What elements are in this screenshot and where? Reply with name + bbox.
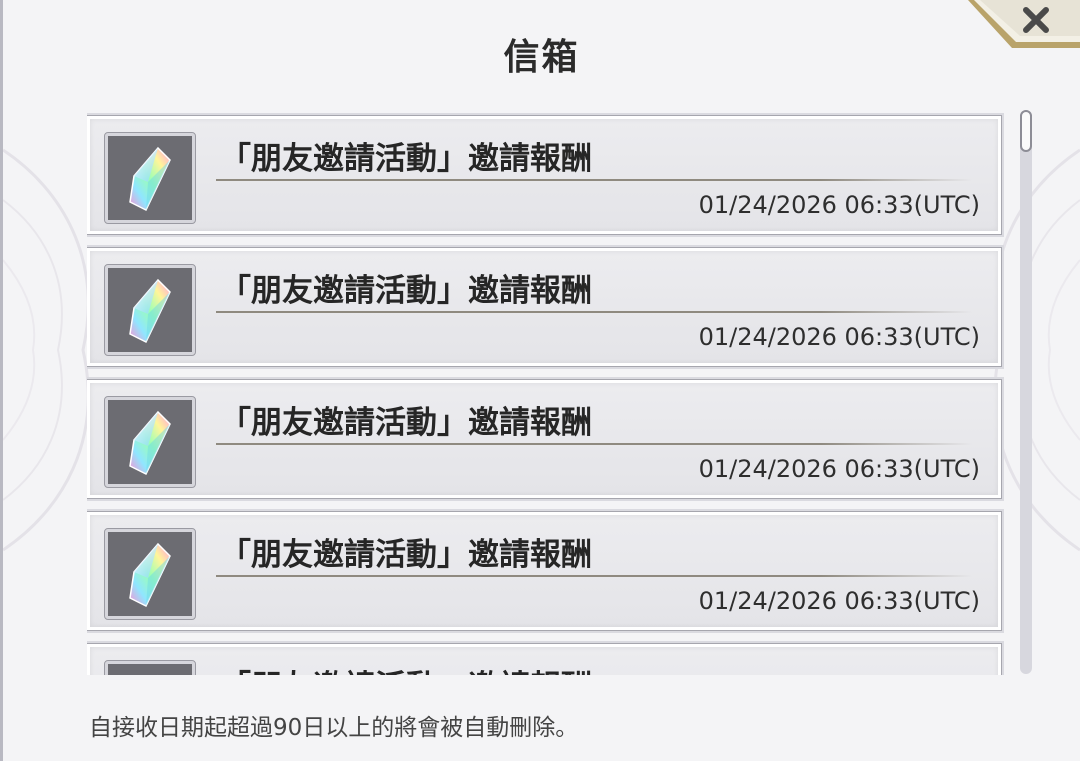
reward-thumbnail xyxy=(104,264,196,356)
close-x-icon xyxy=(968,0,1080,48)
rainbow-crystal-icon xyxy=(129,146,171,212)
mail-item[interactable]: 「朋友邀請活動」邀請報酬 01/24/2026 06:33(UTC) xyxy=(87,511,1002,631)
mail-title: 「朋友邀請活動」邀請報酬 xyxy=(220,141,592,177)
reward-thumbnail xyxy=(104,396,196,488)
divider xyxy=(216,179,972,181)
rainbow-crystal-icon xyxy=(129,542,171,608)
mailbox-dialog: 信箱 「朋友邀請活動」邀請報酬 01/24/2026 06:33(UTC) 「朋… xyxy=(0,0,1080,761)
reward-thumbnail xyxy=(104,132,196,224)
divider xyxy=(216,575,972,577)
rainbow-crystal-icon xyxy=(157,674,159,675)
mail-item[interactable]: 「朋友邀請活動」邀請報酬 01/24/2026 06:33(UTC) xyxy=(87,379,1002,499)
mail-title: 「朋友邀請活動」邀請報酬 xyxy=(220,537,592,573)
scrollbar-thumb[interactable] xyxy=(1020,110,1032,152)
mail-date: 01/24/2026 06:33(UTC) xyxy=(698,191,980,219)
auto-delete-notice: 自接收日期起超過90日以上的將會被自動刪除。 xyxy=(89,715,579,741)
divider xyxy=(216,443,972,445)
mail-title: 「朋友邀請活動」邀請報酬 xyxy=(220,405,592,441)
mail-item[interactable]: 「朋友邀請活動」邀請報酬 01/24/2026 06:33(UTC) xyxy=(87,247,1002,367)
close-button[interactable] xyxy=(968,0,1080,48)
mail-item[interactable]: 「朋友邀請活動」邀請報酬 xyxy=(87,643,1002,675)
mail-date: 01/24/2026 06:33(UTC) xyxy=(698,587,980,615)
scrollbar[interactable] xyxy=(1020,110,1032,674)
mail-title: 「朋友邀請活動」邀請報酬 xyxy=(220,661,592,675)
mail-date: 01/24/2026 06:33(UTC) xyxy=(698,323,980,351)
rainbow-crystal-icon xyxy=(129,278,171,344)
mail-item[interactable]: 「朋友邀請活動」邀請報酬 01/24/2026 06:33(UTC) xyxy=(87,115,1002,235)
mail-title: 「朋友邀請活動」邀請報酬 xyxy=(220,273,592,309)
reward-thumbnail xyxy=(104,660,196,675)
dialog-title: 信箱 xyxy=(503,36,580,78)
reward-thumbnail xyxy=(104,528,196,620)
mail-date: 01/24/2026 06:33(UTC) xyxy=(698,455,980,483)
mail-list[interactable]: 「朋友邀請活動」邀請報酬 01/24/2026 06:33(UTC) 「朋友邀請… xyxy=(87,112,1005,675)
divider xyxy=(216,311,972,313)
rainbow-crystal-icon xyxy=(129,410,171,476)
